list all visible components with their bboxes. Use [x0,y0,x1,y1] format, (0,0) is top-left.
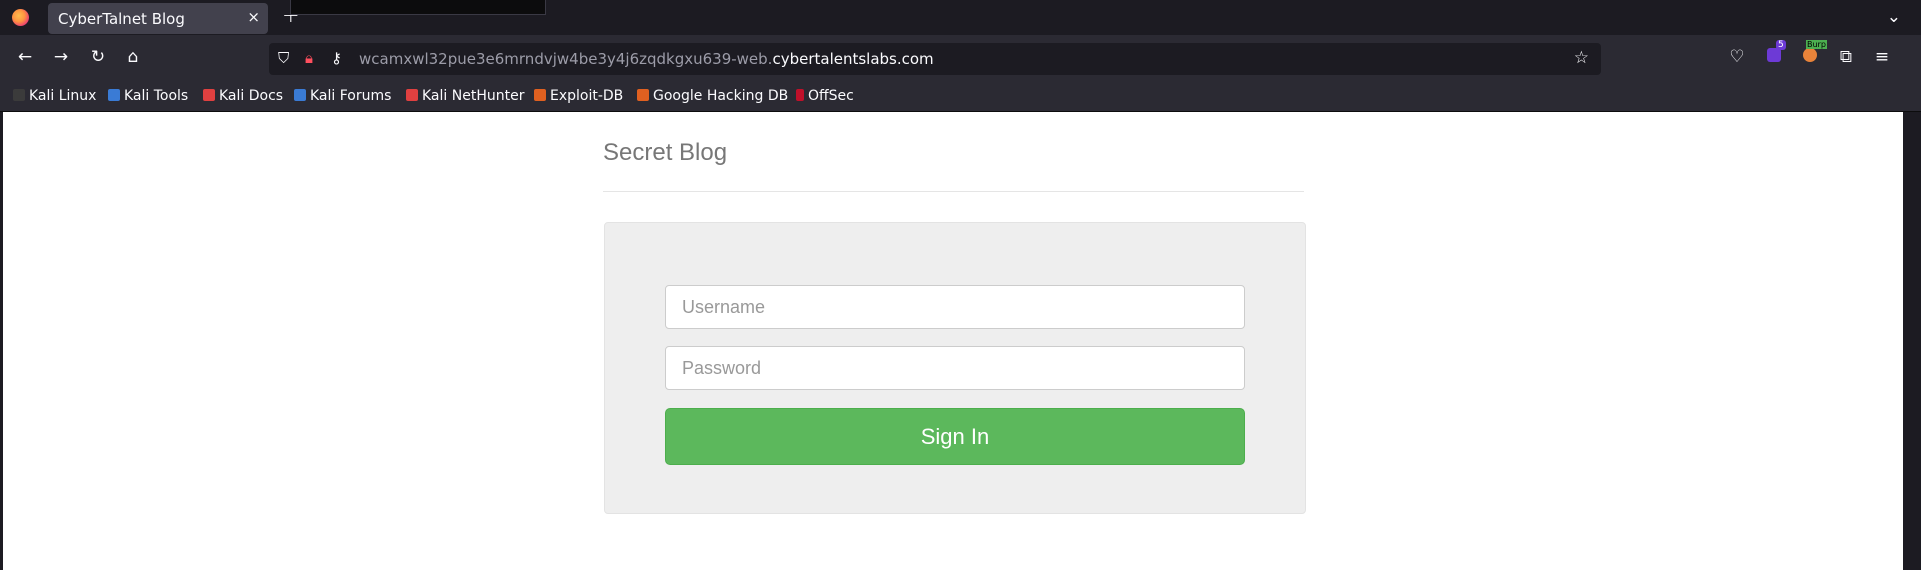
bookmark-kali-linux[interactable]: Kali Linux [13,88,96,104]
list-tabs-icon[interactable]: ⌄ [1887,7,1901,27]
nethunter-icon [406,89,418,101]
offsec-icon [796,89,804,101]
kali-docs-icon [203,89,215,101]
extension-badge-icon[interactable]: 5 [1762,40,1786,67]
burp-icon[interactable]: Burp [1798,40,1827,67]
home-icon[interactable]: ⌂ [121,47,145,67]
tooltip [290,0,546,15]
tab-bar: CyberTalnet Blog × + ⌄ [0,0,1921,35]
key-icon[interactable]: ⚷ [331,49,342,67]
page-title: Secret Blog [603,139,728,166]
kali-icon [13,89,25,101]
scrollbar[interactable] [1909,112,1921,570]
exploit-db-icon [534,89,546,101]
bookmark-kali-tools[interactable]: Kali Tools [108,88,188,104]
page-content: Secret Blog Sign In [0,112,1906,570]
sign-in-button[interactable]: Sign In [665,408,1245,465]
bookmarks-bar: Kali Linux Kali Tools Kali Docs Kali For… [0,84,1921,112]
bookmark-offsec[interactable]: OffSec [796,88,854,104]
divider [603,191,1304,192]
ghdb-icon [637,89,649,101]
bookmark-kali-docs[interactable]: Kali Docs [203,88,283,104]
close-tab-icon[interactable]: × [247,8,260,26]
firefox-icon[interactable] [12,9,29,26]
password-input[interactable] [665,346,1245,390]
bookmark-exploit-db[interactable]: Exploit-DB [534,88,623,104]
bookmark-kali-forums[interactable]: Kali Forums [294,88,391,104]
bookmark-google-hacking-db[interactable]: Google Hacking DB [637,88,788,104]
pocket-icon[interactable]: ♡ [1725,47,1749,67]
bookmark-kali-nethunter[interactable]: Kali NetHunter [406,88,524,104]
tab-active[interactable]: CyberTalnet Blog × [48,3,268,34]
shield-icon[interactable]: ⛉ [278,49,289,67]
tab-title: CyberTalnet Blog [58,10,185,28]
kali-forums-icon [294,89,306,101]
kali-tools-icon [108,89,120,101]
nav-bar: ← → ↻ ⌂ ⛉ 🔒︎ ⚷ wcamxwl32pue3e6mrndvjw4be… [0,35,1921,84]
lock-icon[interactable]: 🔒︎ [305,49,313,67]
url-bar[interactable]: ⛉ 🔒︎ ⚷ wcamxwl32pue3e6mrndvjw4be3y4j6zqd… [269,43,1601,75]
login-panel: Sign In [604,222,1306,514]
username-input[interactable] [665,285,1245,329]
url-text[interactable]: wcamxwl32pue3e6mrndvjw4be3y4j6zqdkgxu639… [359,50,934,68]
back-icon[interactable]: ← [13,47,37,67]
forward-icon[interactable]: → [49,47,73,67]
star-icon[interactable]: ☆ [1574,48,1589,68]
reload-icon[interactable]: ↻ [86,47,110,67]
extensions-icon[interactable]: ⧉ [1834,47,1858,67]
menu-icon[interactable]: ≡ [1870,47,1894,67]
